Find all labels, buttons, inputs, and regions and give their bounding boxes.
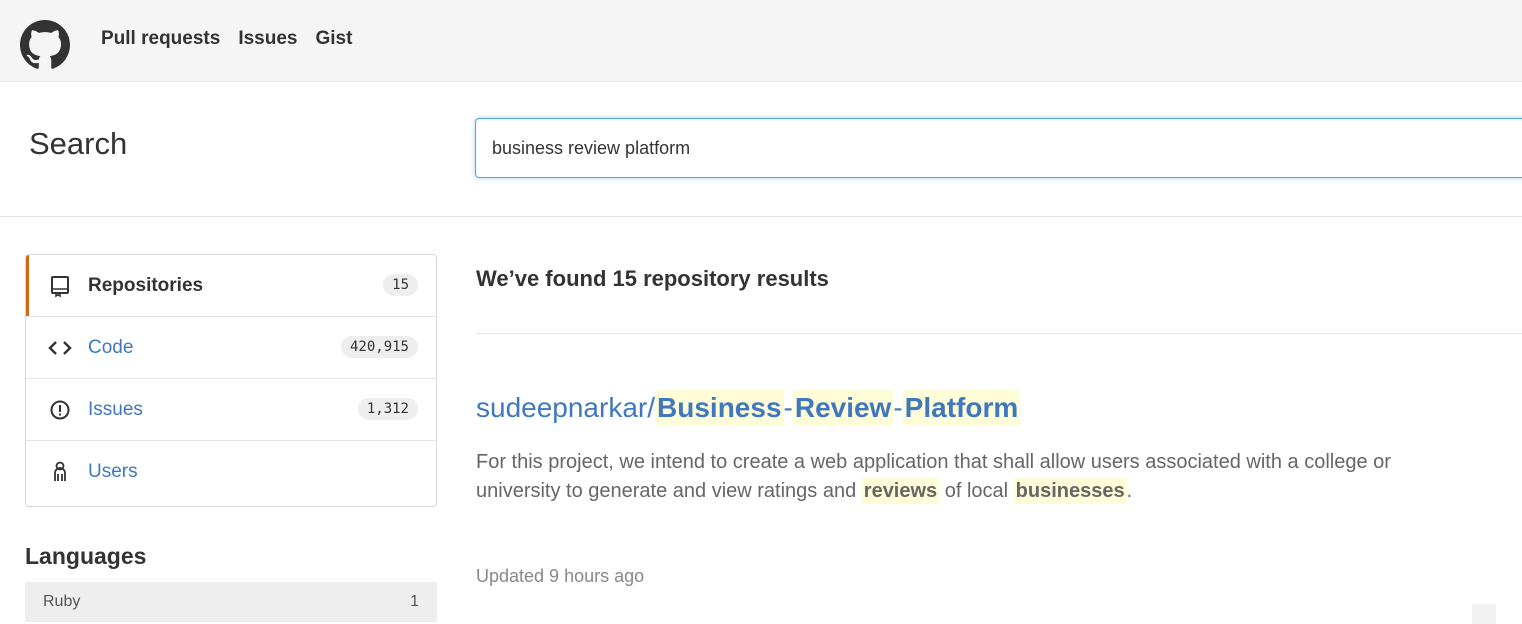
desc-highlight: businesses <box>1013 478 1127 504</box>
nav-pull-requests[interactable]: Pull requests <box>101 28 220 50</box>
menu-item-label: Issues <box>88 398 143 420</box>
person-icon <box>48 460 72 484</box>
results-heading: We’ve found 15 repository results <box>476 266 829 291</box>
menu-item-label: Repositories <box>88 274 204 296</box>
code-icon <box>48 336 72 360</box>
issues-count: 1,312 <box>357 398 418 420</box>
repo-name-separator: - <box>783 392 793 423</box>
repo-owner: sudeepnarkar/ <box>476 392 656 423</box>
repo-name-highlight: Business <box>655 390 784 425</box>
github-logo-icon[interactable] <box>20 20 70 70</box>
top-nav: Pull requests Issues Gist <box>101 28 352 50</box>
desc-highlight: reviews <box>861 478 940 504</box>
search-page-title: Search <box>29 126 128 161</box>
search-type-menu: Repositories 15 Code 420,915 Issues 1,31… <box>25 254 437 507</box>
scroll-corner <box>1472 604 1496 624</box>
language-count: 1 <box>410 593 419 610</box>
repo-updated: Updated 9 hours ago <box>476 566 645 586</box>
menu-item-issues[interactable]: Issues 1,312 <box>26 379 436 441</box>
header-divider <box>0 216 1522 217</box>
repo-name-separator: - <box>893 392 903 423</box>
issue-icon <box>48 398 72 422</box>
search-input[interactable] <box>475 118 1522 178</box>
menu-item-label: Code <box>88 336 134 358</box>
repo-description: For this project, we intend to create a … <box>476 448 1476 506</box>
language-filter-ruby[interactable]: Ruby 1 <box>25 582 437 622</box>
menu-item-repositories[interactable]: Repositories 15 <box>26 255 436 317</box>
repo-link[interactable]: sudeepnarkar/Business-Review-Platform <box>476 390 1021 425</box>
top-header: Pull requests Issues Gist <box>0 0 1522 82</box>
desc-text: . <box>1126 480 1133 502</box>
results-divider <box>476 333 1522 334</box>
repo-name-highlight: Review <box>792 390 894 425</box>
menu-item-code[interactable]: Code 420,915 <box>26 317 436 379</box>
repo-icon <box>48 274 72 298</box>
repo-name-highlight: Platform <box>902 390 1021 425</box>
code-count: 420,915 <box>340 336 418 358</box>
menu-item-users[interactable]: Users <box>26 441 436 503</box>
language-name: Ruby <box>43 593 81 610</box>
repositories-count: 15 <box>383 274 418 296</box>
menu-item-label: Users <box>88 461 138 482</box>
nav-issues[interactable]: Issues <box>238 28 297 50</box>
desc-text: of local <box>939 480 1014 502</box>
nav-gist[interactable]: Gist <box>315 28 352 50</box>
languages-heading: Languages <box>25 543 147 569</box>
